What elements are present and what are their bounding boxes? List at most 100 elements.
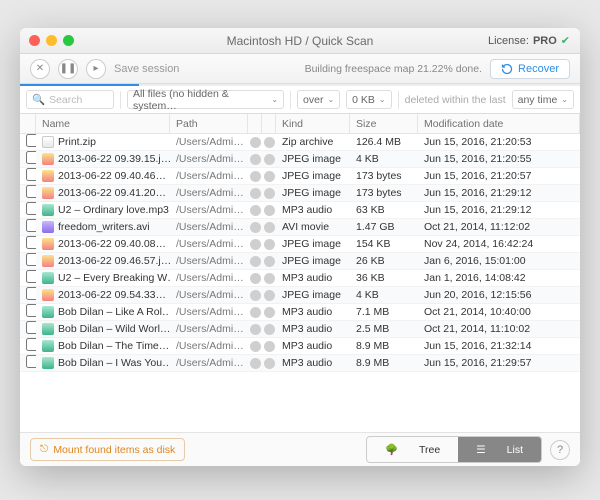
save-session-button[interactable]: ▸: [86, 59, 106, 79]
file-size: 154 KB: [350, 238, 418, 250]
file-size: 8.9 MB: [350, 340, 418, 352]
list-view-button[interactable]: ☰ List: [458, 437, 541, 462]
minimize-icon[interactable]: [46, 35, 57, 46]
status-badge-icon: [264, 290, 275, 301]
status-badge-icon: [250, 358, 261, 369]
mount-disk-button[interactable]: ⎋ Mount found items as disk: [30, 438, 185, 461]
file-icon: [42, 255, 54, 267]
col-kind[interactable]: Kind: [276, 114, 350, 133]
empty-space: [20, 372, 580, 432]
row-checkbox[interactable]: [26, 185, 36, 198]
recover-label: Recover: [518, 63, 559, 75]
stop-button[interactable]: ✕: [30, 59, 50, 79]
file-kind: AVI movie: [276, 221, 350, 233]
table-row[interactable]: 2013-06-22 09.46.57.j…/Users/Admin/P…JPE…: [20, 253, 580, 270]
file-name: 2013-06-22 09.40.46…: [58, 170, 166, 182]
recover-button[interactable]: Recover: [490, 59, 570, 79]
file-kind: JPEG image: [276, 187, 350, 199]
col-badge1[interactable]: [248, 114, 262, 133]
view-toggle: 🌳 Tree ☰ List: [366, 436, 542, 463]
row-checkbox[interactable]: [26, 202, 36, 215]
row-checkbox[interactable]: [26, 168, 36, 181]
chevron-down-icon: ⌄: [271, 95, 278, 104]
status-badge-icon: [250, 188, 261, 199]
row-checkbox[interactable]: [26, 134, 36, 147]
row-checkbox[interactable]: [26, 338, 36, 351]
status-badge-icon: [264, 154, 275, 165]
file-name: Print.zip: [58, 136, 96, 148]
chevron-down-icon: ⌄: [379, 95, 386, 104]
row-checkbox[interactable]: [26, 270, 36, 283]
file-kind: JPEG image: [276, 289, 350, 301]
status-badge-icon: [250, 205, 261, 216]
file-icon: [42, 357, 54, 369]
row-checkbox[interactable]: [26, 253, 36, 266]
file-kind: MP3 audio: [276, 323, 350, 335]
table-row[interactable]: Bob Dilan – I Was You…/Users/Admin/M…MP3…: [20, 355, 580, 372]
table-row[interactable]: U2 – Ordinary love.mp3/Users/Admin/M…MP3…: [20, 202, 580, 219]
status-badge-icon: [250, 222, 261, 233]
status-badge-icon: [250, 273, 261, 284]
row-checkbox[interactable]: [26, 219, 36, 232]
status-badge-icon: [264, 358, 275, 369]
file-icon: [42, 306, 54, 318]
file-size: 26 KB: [350, 255, 418, 267]
col-checkbox[interactable]: [20, 114, 36, 133]
file-kind: MP3 audio: [276, 272, 350, 284]
file-icon: [42, 323, 54, 335]
file-icon: [42, 136, 54, 148]
row-checkbox[interactable]: [26, 321, 36, 334]
col-path[interactable]: Path: [170, 114, 248, 133]
table-row[interactable]: Bob Dilan – The Time…/Users/Admin/M…MP3 …: [20, 338, 580, 355]
files-filter-select[interactable]: All files (no hidden & system…⌄: [127, 90, 284, 109]
row-checkbox[interactable]: [26, 287, 36, 300]
file-mod-date: Jun 15, 2016, 21:29:57: [418, 357, 580, 369]
table-row[interactable]: 2013-06-22 09.40.46…/Users/Admin/P…JPEG …: [20, 168, 580, 185]
file-name: U2 – Every Breaking W…: [58, 272, 170, 284]
table-row[interactable]: 2013-06-22 09.40.08…/Users/Admin/P…JPEG …: [20, 236, 580, 253]
maximize-icon[interactable]: [63, 35, 74, 46]
status-badge-icon: [264, 205, 275, 216]
file-mod-date: Jun 15, 2016, 21:29:12: [418, 187, 580, 199]
file-path: /Users/Admin/M…: [170, 272, 248, 284]
col-badge2[interactable]: [262, 114, 276, 133]
table-row[interactable]: Bob Dilan – Wild Worl…/Users/Admin/M…MP3…: [20, 321, 580, 338]
close-icon[interactable]: [29, 35, 40, 46]
tree-view-button[interactable]: 🌳 Tree: [367, 437, 458, 462]
file-kind: JPEG image: [276, 153, 350, 165]
file-name: Bob Dilan – The Time…: [58, 340, 169, 352]
row-checkbox[interactable]: [26, 151, 36, 164]
col-mod[interactable]: Modification date: [418, 114, 580, 133]
table-row[interactable]: 2013-06-22 09.39.15.j…/Users/Admin/P…JPE…: [20, 151, 580, 168]
table-row[interactable]: freedom_writers.avi/Users/Admin/…AVI mov…: [20, 219, 580, 236]
col-size[interactable]: Size: [350, 114, 418, 133]
list-icon: ☰: [467, 441, 494, 459]
table-row[interactable]: 2013-06-22 09.54.33…/Users/Admin/P…JPEG …: [20, 287, 580, 304]
time-range-select[interactable]: any time⌄: [512, 90, 574, 109]
scan-status: Building freespace map 21.22% done.: [305, 63, 482, 75]
table-row[interactable]: 2013-06-22 09.41.20…/Users/Admin/P…JPEG …: [20, 185, 580, 202]
status-badge-icon: [264, 188, 275, 199]
table-body[interactable]: Print.zip/Users/Admin/D…Zip archive126.4…: [20, 134, 580, 372]
over-select[interactable]: over⌄: [297, 90, 340, 109]
col-name[interactable]: Name: [36, 114, 170, 133]
size-min-select[interactable]: 0 KB⌄: [346, 90, 391, 109]
status-badge-icon: [264, 239, 275, 250]
titlebar: Macintosh HD / Quick Scan License: PRO ✔: [20, 28, 580, 54]
file-kind: JPEG image: [276, 255, 350, 267]
row-checkbox[interactable]: [26, 304, 36, 317]
pause-button[interactable]: ❚❚: [58, 59, 78, 79]
table-row[interactable]: U2 – Every Breaking W…/Users/Admin/M… MP3…: [20, 270, 580, 287]
file-name: 2013-06-22 09.41.20…: [58, 187, 166, 199]
row-checkbox[interactable]: [26, 355, 36, 368]
toolbar: ✕ ❚❚ ▸ Save session Building freespace m…: [20, 54, 580, 84]
row-checkbox[interactable]: [26, 236, 36, 249]
help-button[interactable]: ?: [550, 440, 570, 460]
license-badge[interactable]: License: PRO ✔: [488, 34, 570, 47]
search-input[interactable]: 🔍 Search: [26, 90, 114, 109]
table-row[interactable]: Bob Dilan – Like A Rol…/Users/Admin/M…MP…: [20, 304, 580, 321]
file-mod-date: Jun 15, 2016, 21:32:14: [418, 340, 580, 352]
table-row[interactable]: Print.zip/Users/Admin/D…Zip archive126.4…: [20, 134, 580, 151]
check-icon: ✔: [561, 34, 570, 47]
file-path: /Users/Admin/P…: [170, 153, 248, 165]
